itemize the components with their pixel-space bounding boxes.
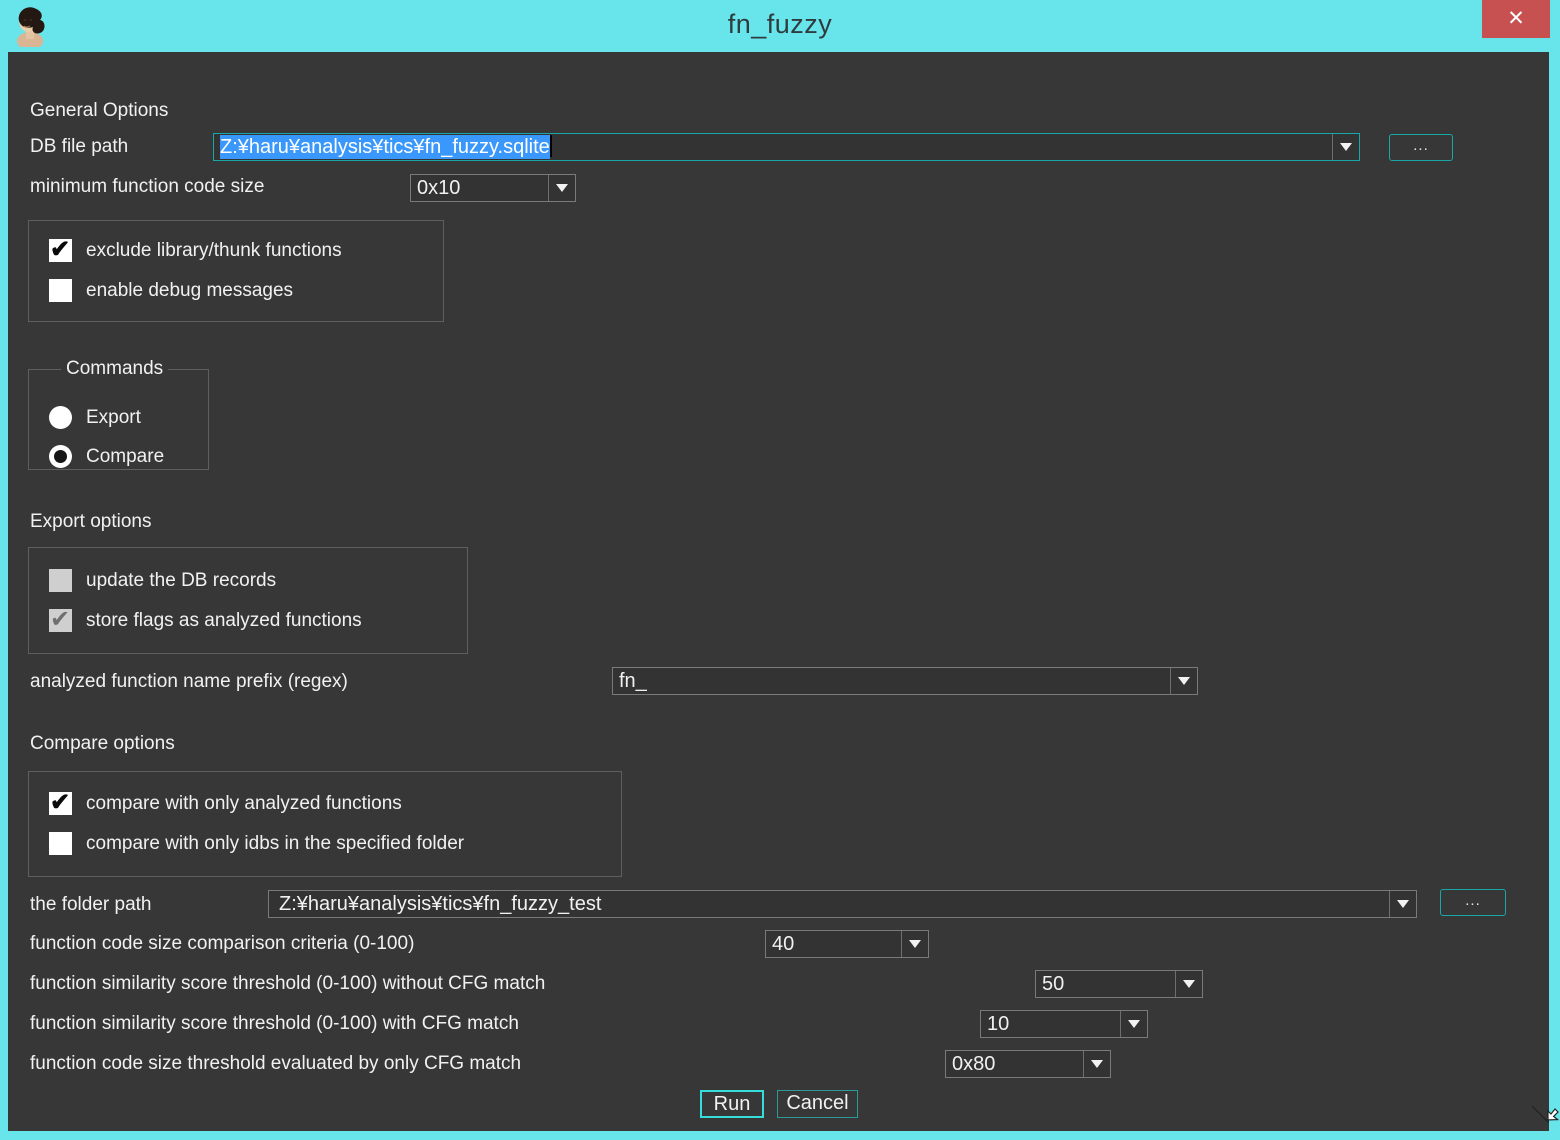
folder-path-browse-button[interactable]: ... (1440, 889, 1506, 916)
update-db-checkbox[interactable] (49, 569, 72, 592)
prefix-dropdown[interactable] (1170, 668, 1197, 694)
general-options-heading: General Options (30, 98, 168, 124)
compare-checkbox-group: ✔ compare with only analyzed functions c… (28, 771, 622, 877)
export-options-heading: Export options (30, 509, 151, 535)
enable-debug-checkbox-row[interactable]: enable debug messages (49, 279, 293, 303)
compare-radio-row[interactable]: Compare (49, 445, 164, 469)
close-button[interactable]: ✕ (1482, 0, 1550, 38)
size-cfg-only-value[interactable]: 0x80 (946, 1051, 1083, 1077)
cancel-button[interactable]: Cancel (777, 1090, 858, 1118)
check-icon: ✔ (50, 235, 70, 264)
compare-analyzed-checkbox-row[interactable]: ✔ compare with only analyzed functions (49, 792, 402, 816)
sim-with-cfg-value[interactable]: 10 (981, 1011, 1120, 1037)
check-icon: ✔ (50, 605, 70, 634)
export-radio[interactable] (49, 406, 72, 429)
chevron-down-icon (1178, 677, 1190, 685)
criteria-value[interactable]: 40 (766, 931, 901, 957)
radio-dot-icon (54, 450, 67, 463)
min-func-size-label: minimum function code size (30, 174, 264, 200)
chevron-down-icon (1183, 980, 1195, 988)
export-radio-row[interactable]: Export (49, 406, 141, 430)
criteria-label: function code size comparison criteria (… (30, 931, 414, 957)
chevron-down-icon (1397, 900, 1409, 908)
update-db-checkbox-row[interactable]: update the DB records (49, 569, 276, 593)
dialog-window: fn_fuzzy ✕ General Options DB file path … (0, 0, 1560, 1140)
db-file-path-combobox[interactable]: Z:¥haru¥analysis¥tics¥fn_fuzzy.sqlite (213, 133, 1360, 161)
sim-without-cfg-label: function similarity score threshold (0-1… (30, 971, 545, 997)
chevron-down-icon (556, 184, 568, 192)
compare-idbs-checkbox[interactable] (49, 832, 72, 855)
commands-group: Commands Export Compare (28, 358, 209, 470)
folder-path-combobox[interactable]: Z:¥haru¥analysis¥tics¥fn_fuzzy_test (268, 890, 1417, 918)
size-cfg-only-combobox[interactable]: 0x80 (945, 1050, 1111, 1078)
compare-idbs-checkbox-row[interactable]: compare with only idbs in the specified … (49, 832, 464, 856)
enable-debug-checkbox[interactable] (49, 279, 72, 302)
compare-analyzed-checkbox[interactable]: ✔ (49, 792, 72, 815)
folder-path-value[interactable]: Z:¥haru¥analysis¥tics¥fn_fuzzy_test (269, 891, 1389, 917)
commands-legend: Commands (61, 358, 168, 380)
export-radio-label: Export (86, 406, 141, 430)
titlebar[interactable]: fn_fuzzy ✕ (0, 0, 1560, 52)
store-flags-checkbox-row[interactable]: ✔ store flags as analyzed functions (49, 609, 362, 633)
prefix-label: analyzed function name prefix (regex) (30, 669, 348, 695)
criteria-dropdown[interactable] (901, 931, 928, 957)
store-flags-checkbox[interactable]: ✔ (49, 609, 72, 632)
sim-with-cfg-label: function similarity score threshold (0-1… (30, 1011, 519, 1037)
chevron-down-icon (1340, 143, 1352, 151)
sim-with-cfg-dropdown[interactable] (1120, 1011, 1147, 1037)
db-file-path-dropdown[interactable] (1332, 134, 1359, 160)
window-title: fn_fuzzy (0, 9, 1560, 40)
db-file-path-value[interactable]: Z:¥haru¥analysis¥tics¥fn_fuzzy.sqlite (214, 134, 1332, 160)
db-file-path-label: DB file path (30, 134, 128, 160)
check-icon: ✔ (50, 788, 70, 817)
compare-radio[interactable] (49, 445, 72, 468)
prefix-combobox[interactable]: fn_ (612, 667, 1198, 695)
compare-radio-label: Compare (86, 445, 164, 469)
chevron-down-icon (1091, 1060, 1103, 1068)
sim-without-cfg-value[interactable]: 50 (1036, 971, 1175, 997)
sim-with-cfg-combobox[interactable]: 10 (980, 1010, 1148, 1038)
criteria-combobox[interactable]: 40 (765, 930, 929, 958)
dialog-body: General Options DB file path Z:¥haru¥ana… (8, 52, 1549, 1131)
folder-path-label: the folder path (30, 892, 151, 918)
chevron-down-icon (1128, 1020, 1140, 1028)
size-cfg-only-label: function code size threshold evaluated b… (30, 1051, 521, 1077)
min-func-size-value[interactable]: 0x10 (411, 175, 548, 201)
store-flags-label: store flags as analyzed functions (86, 609, 362, 633)
sim-without-cfg-dropdown[interactable] (1175, 971, 1202, 997)
folder-path-dropdown[interactable] (1389, 891, 1416, 917)
exclude-library-checkbox[interactable]: ✔ (49, 239, 72, 262)
compare-analyzed-label: compare with only analyzed functions (86, 792, 402, 816)
prefix-value[interactable]: fn_ (613, 668, 1170, 694)
update-db-label: update the DB records (86, 569, 276, 593)
exclude-library-label: exclude library/thunk functions (86, 239, 342, 263)
mouse-cursor (1532, 1106, 1560, 1138)
run-button[interactable]: Run (700, 1090, 764, 1118)
size-cfg-only-dropdown[interactable] (1083, 1051, 1110, 1077)
enable-debug-label: enable debug messages (86, 279, 293, 303)
text-caret (550, 135, 552, 157)
compare-idbs-label: compare with only idbs in the specified … (86, 832, 464, 856)
general-checkbox-group: ✔ exclude library/thunk functions enable… (28, 220, 444, 322)
exclude-library-checkbox-row[interactable]: ✔ exclude library/thunk functions (49, 239, 342, 263)
compare-options-heading: Compare options (30, 731, 175, 757)
db-file-path-browse-button[interactable]: ... (1389, 134, 1453, 161)
min-func-size-combobox[interactable]: 0x10 (410, 174, 576, 202)
min-func-size-dropdown[interactable] (548, 175, 575, 201)
sim-without-cfg-combobox[interactable]: 50 (1035, 970, 1203, 998)
export-checkbox-group: update the DB records ✔ store flags as a… (28, 547, 468, 654)
chevron-down-icon (909, 940, 921, 948)
